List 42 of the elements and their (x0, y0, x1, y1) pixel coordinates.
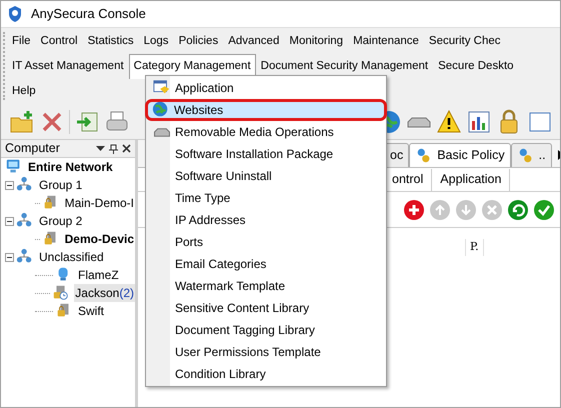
dropdown-item[interactable]: Ports (146, 231, 386, 253)
tree-item[interactable]: Unclassified (38, 248, 105, 266)
menu-item[interactable]: Monitoring (284, 29, 348, 54)
tree-item[interactable]: Jackson(2) (74, 284, 135, 302)
dropdown-item[interactable]: Removable Media Operations (146, 121, 386, 143)
tree-item[interactable]: Swift (77, 302, 106, 320)
policy-tab[interactable]: .. (510, 143, 552, 167)
menu-item[interactable]: Advanced (223, 29, 284, 54)
menu-item[interactable]: Statistics (82, 29, 139, 54)
dropdown-item[interactable]: User Permissions Template (146, 341, 386, 363)
dropdown-item[interactable]: Software Uninstall (146, 165, 386, 187)
tree-item[interactable]: Group 1 (38, 176, 84, 194)
tree-item[interactable]: FlameZ (77, 266, 120, 284)
menu-item[interactable]: Policies (174, 29, 224, 54)
menu-item[interactable]: Secure Deskto (433, 54, 519, 79)
menu-item[interactable]: IT Asset Management (7, 54, 129, 79)
tree-item[interactable]: Entire Network (27, 158, 114, 176)
menu-item[interactable]: Logs (138, 29, 174, 54)
menu-item[interactable]: Document Security Management (256, 54, 434, 79)
dropdown-item[interactable]: Email Categories (146, 253, 386, 275)
panel-title: Computer (5, 140, 61, 158)
menu-item[interactable]: Help (7, 79, 41, 104)
dropdown-item[interactable]: IP Addresses (146, 209, 386, 231)
dropdown-item[interactable]: Sensitive Content Library (146, 297, 386, 319)
dropdown-item[interactable]: Application (146, 77, 386, 99)
tree-item[interactable]: Demo-Devic (64, 230, 135, 248)
policy-tab[interactable]: Basic Policy (409, 143, 511, 167)
dropdown-item[interactable]: Watermark Template (146, 275, 386, 297)
menu-item[interactable]: File (7, 29, 36, 54)
tree-item[interactable]: Group 2 (38, 212, 84, 230)
window-title: AnySecura Console (31, 5, 146, 24)
dropdown-item[interactable]: Document Tagging Library (146, 319, 386, 341)
sub-tab[interactable]: Application (432, 168, 510, 190)
column-header[interactable]: P. (465, 239, 484, 256)
menu-item[interactable]: Control (36, 29, 83, 54)
menu-item[interactable]: Maintenance (348, 29, 424, 54)
dropdown-item[interactable]: Condition Library (146, 363, 386, 385)
menu-item[interactable]: Security Chec (424, 29, 506, 54)
dropdown-item[interactable]: Websites (145, 99, 387, 121)
tree-item[interactable]: Main-Demo-I (64, 194, 135, 212)
dropdown-item[interactable]: Software Installation Package (146, 143, 386, 165)
dropdown-item[interactable]: Time Type (146, 187, 386, 209)
